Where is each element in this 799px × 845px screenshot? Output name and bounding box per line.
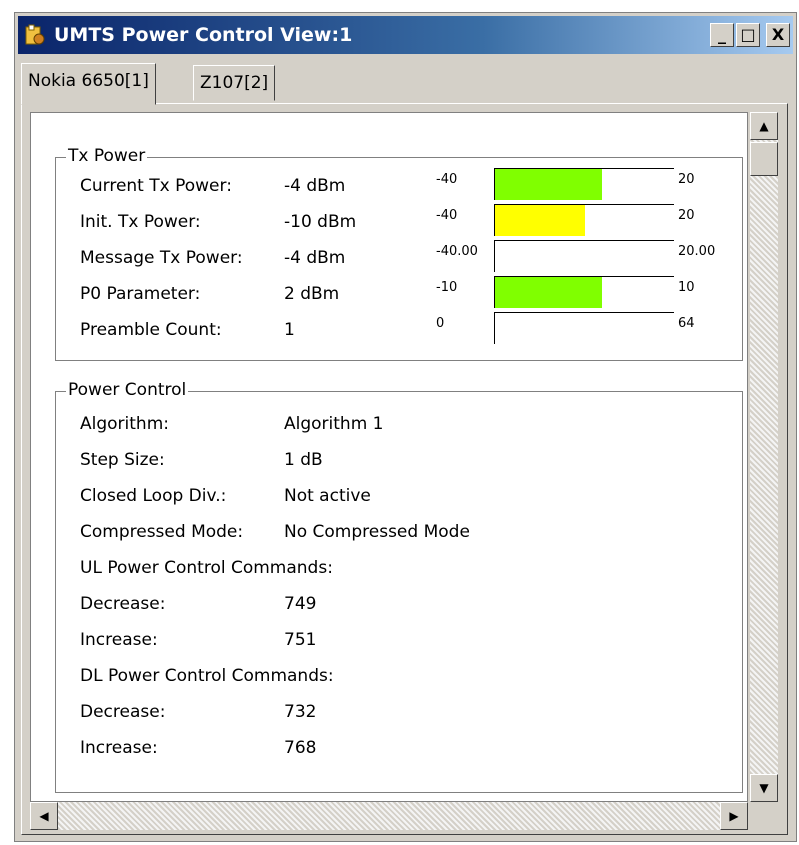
tx-power-title: Tx Power xyxy=(66,146,148,166)
bar-min-label: -10 xyxy=(436,280,458,295)
minimize-icon: _ xyxy=(718,25,726,44)
power-control-value: Algorithm 1 xyxy=(284,414,384,434)
power-control-label: DL Power Control Commands: xyxy=(80,666,334,686)
bar-max-label: 64 xyxy=(678,316,695,331)
power-control-value: 768 xyxy=(284,738,317,758)
bar-max-label: 20.00 xyxy=(678,244,716,259)
level-bar xyxy=(494,312,674,344)
power-control-label: Algorithm: xyxy=(80,414,169,434)
tx-row-label: Init. Tx Power: xyxy=(80,212,201,232)
power-control-label: Increase: xyxy=(80,738,158,758)
vertical-scroll-thumb[interactable] xyxy=(750,142,778,176)
power-control-label: Increase: xyxy=(80,630,158,650)
bar-min-label: -40.00 xyxy=(436,244,478,259)
power-control-label: Step Size: xyxy=(80,450,165,470)
level-bar xyxy=(494,240,674,272)
level-bar xyxy=(494,204,674,236)
power-control-title: Power Control xyxy=(66,380,189,400)
arrow-left-icon: ◀ xyxy=(39,809,49,823)
power-control-label: Decrease: xyxy=(80,702,166,722)
view-content: Tx Power Current Tx Power: -4 dBm -40 20 Ini… xyxy=(30,112,748,802)
bar-max-label: 20 xyxy=(678,208,695,223)
power-control-value: Not active xyxy=(284,486,371,506)
tx-row-value: 1 xyxy=(284,320,295,340)
maximize-icon: □ xyxy=(740,25,756,44)
tx-row-label: Preamble Count: xyxy=(80,320,222,340)
bar-max-label: 20 xyxy=(678,172,695,187)
level-bar-fill xyxy=(495,205,585,236)
power-control-label: Decrease: xyxy=(80,594,166,614)
scroll-down-button[interactable]: ▼ xyxy=(750,774,778,802)
bar-max-label: 10 xyxy=(678,280,695,295)
bar-min-label: -40 xyxy=(436,172,458,187)
minimize-button[interactable]: _ xyxy=(710,23,734,47)
tab-panel: Tx Power Current Tx Power: -4 dBm -40 20 Ini… xyxy=(21,103,788,835)
scroll-right-button[interactable]: ▶ xyxy=(720,802,748,830)
close-icon: X xyxy=(771,25,785,44)
tab-z107[interactable]: Z107[2] xyxy=(193,65,276,101)
tx-row-value: -4 dBm xyxy=(284,248,346,268)
vertical-scrollbar[interactable]: ▲ ▼ xyxy=(750,112,778,802)
power-control-label: UL Power Control Commands: xyxy=(80,558,333,578)
level-bar xyxy=(494,168,674,200)
tx-row-label: Current Tx Power: xyxy=(80,176,232,196)
close-button[interactable]: X xyxy=(766,23,790,47)
tx-row-value: -4 dBm xyxy=(284,176,346,196)
tab-nokia-6650[interactable]: Nokia 6650[1] xyxy=(21,63,156,105)
tx-power-group: Tx Power Current Tx Power: -4 dBm -40 20 Ini… xyxy=(55,146,743,361)
scroll-up-button[interactable]: ▲ xyxy=(750,112,778,140)
power-control-label: Compressed Mode: xyxy=(80,522,244,542)
arrow-right-icon: ▶ xyxy=(729,809,739,823)
power-control-label: Closed Loop Div.: xyxy=(80,486,227,506)
arrow-down-icon: ▼ xyxy=(759,781,769,795)
level-bar xyxy=(494,276,674,308)
power-control-value: No Compressed Mode xyxy=(284,522,470,542)
tx-row-label: P0 Parameter: xyxy=(80,284,201,304)
window-title: UMTS Power Control View:1 xyxy=(54,24,353,46)
tx-row-value: 2 dBm xyxy=(284,284,340,304)
umts-power-control-window: UMTS Power Control View:1 _ □ X Nokia 66… xyxy=(14,12,797,842)
arrow-up-icon: ▲ xyxy=(759,119,769,133)
maximize-button[interactable]: □ xyxy=(736,23,760,47)
app-icon xyxy=(25,24,45,45)
title-bar[interactable]: UMTS Power Control View:1 _ □ X xyxy=(18,16,793,54)
power-control-value: 1 dB xyxy=(284,450,323,470)
level-bar-fill xyxy=(495,277,603,308)
tx-row-value: -10 dBm xyxy=(284,212,357,232)
bar-min-label: 0 xyxy=(436,316,445,331)
power-control-value: 749 xyxy=(284,594,317,614)
power-control-value: 751 xyxy=(284,630,317,650)
power-control-group: Power Control Algorithm: Algorithm 1 Step … xyxy=(55,380,743,793)
scroll-left-button[interactable]: ◀ xyxy=(30,802,58,830)
tx-row-label: Message Tx Power: xyxy=(80,248,243,268)
bar-min-label: -40 xyxy=(436,208,458,223)
power-control-value: 732 xyxy=(284,702,317,722)
level-bar-fill xyxy=(495,169,603,200)
horizontal-scrollbar[interactable]: ◀ ▶ xyxy=(30,802,748,830)
